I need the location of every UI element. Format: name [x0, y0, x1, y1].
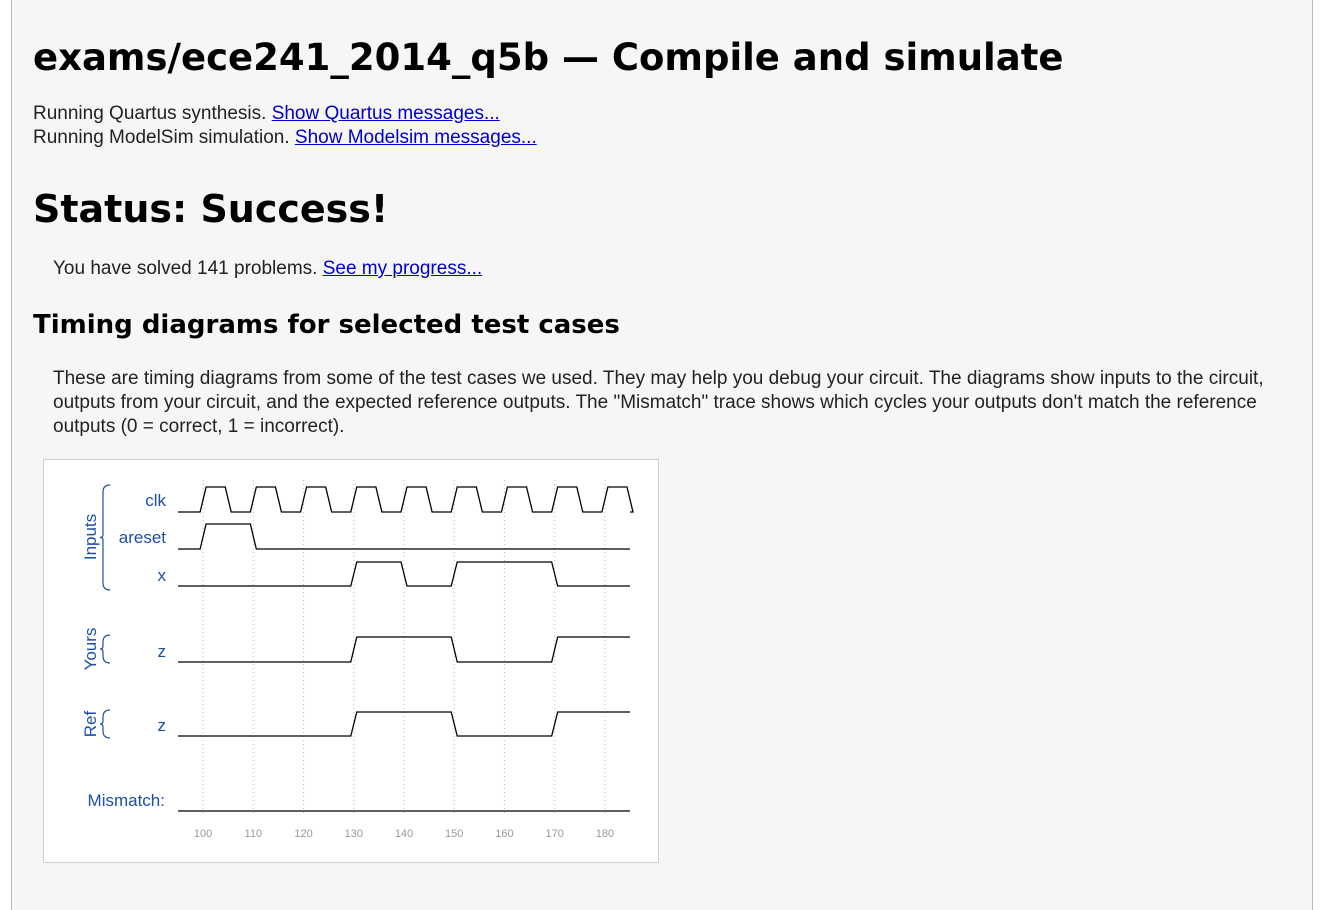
x-tick-label: 130	[345, 828, 363, 840]
modelsim-status-line: Running ModelSim simulation. Show Models…	[33, 127, 537, 149]
group-brace-ref	[99, 709, 111, 739]
page-content: exams/ece241_2014_q5b — Compile and simu…	[11, 0, 1313, 910]
signal-label-ref-z: z	[158, 716, 167, 735]
progress-line: You have solved 141 problems. See my pro…	[53, 258, 482, 280]
quartus-status-text: Running Quartus synthesis.	[33, 103, 272, 124]
group-label-ref: Ref	[81, 711, 100, 738]
timing-diagram: clk areset x z z Mismatch: Inputs Yours Ref 100 11…	[43, 459, 659, 863]
show-quartus-messages-link[interactable]: Show Quartus messages...	[272, 103, 500, 124]
timing-diagrams-heading: Timing diagrams for selected test cases	[33, 310, 620, 340]
status-heading: Status: Success!	[33, 187, 389, 231]
progress-text: You have solved 141 problems.	[53, 258, 323, 279]
x-tick-label: 180	[596, 828, 614, 840]
timing-description: These are timing diagrams from some of t…	[53, 368, 1264, 437]
signal-label-yours-z: z	[158, 642, 167, 661]
show-modelsim-messages-link[interactable]: Show Modelsim messages...	[295, 127, 537, 148]
signal-label-mismatch: Mismatch:	[88, 791, 165, 810]
page-title: exams/ece241_2014_q5b — Compile and simu…	[33, 36, 1064, 79]
waveform-x	[178, 561, 630, 587]
x-tick-label: 140	[395, 828, 413, 840]
x-tick-label: 160	[495, 828, 513, 840]
timing-diagram-svg: clk areset x z z Mismatch: Inputs Yours Ref 100 11…	[81, 480, 634, 840]
waveform-clk	[178, 486, 634, 513]
signal-label-clk: clk	[145, 491, 166, 510]
x-tick-label: 100	[194, 828, 212, 840]
group-label-inputs: Inputs	[81, 514, 100, 560]
x-tick-label: 110	[245, 828, 263, 840]
x-tick-label: 120	[294, 828, 312, 840]
group-label-yours: Yours	[81, 628, 100, 671]
modelsim-status-text: Running ModelSim simulation.	[33, 127, 295, 148]
see-my-progress-link[interactable]: See my progress...	[323, 258, 482, 279]
group-brace-inputs	[99, 484, 111, 591]
group-brace-yours	[99, 634, 111, 664]
x-tick-label: 150	[445, 828, 463, 840]
signal-label-areset: areset	[119, 528, 167, 547]
signal-label-x: x	[158, 566, 167, 585]
quartus-status-line: Running Quartus synthesis. Show Quartus …	[33, 103, 500, 125]
x-tick-label: 170	[545, 828, 563, 840]
